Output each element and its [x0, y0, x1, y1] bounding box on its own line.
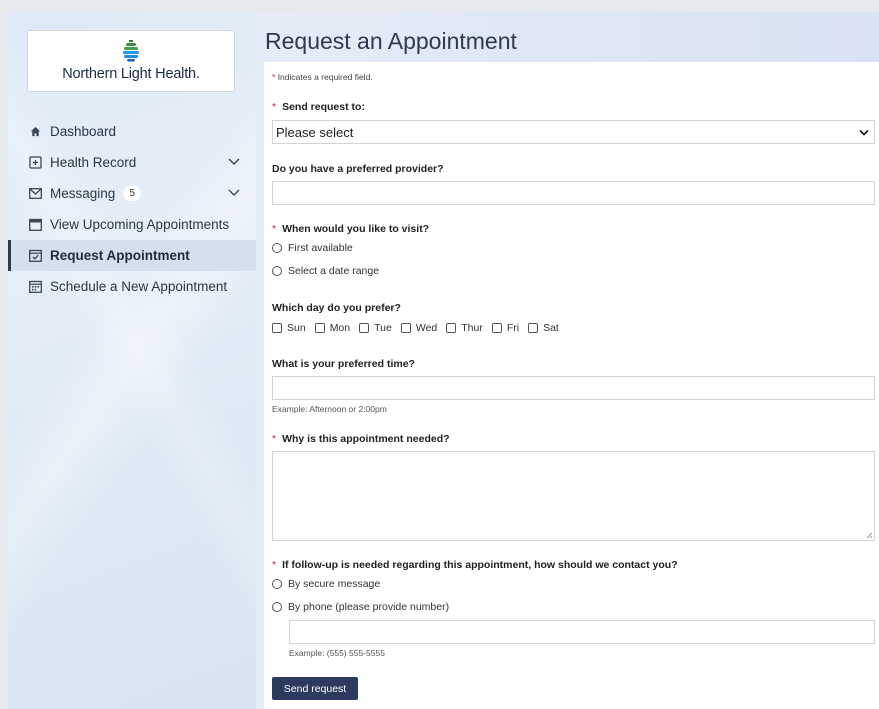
preferred-time-hint: Example: Afternoon or 2:00pm: [272, 404, 387, 414]
calendar-icon: [28, 218, 42, 232]
send-to-label-text: Send request to:: [282, 101, 365, 113]
checkbox-label: Tue: [374, 322, 392, 334]
chevron-down-icon[interactable]: [228, 157, 240, 167]
required-asterisk: *: [272, 72, 276, 82]
radio-label: Select a date range: [288, 265, 380, 277]
required-asterisk: *: [272, 433, 277, 445]
resize-grip-icon[interactable]: [866, 532, 873, 539]
radio-label: By phone (please provide number): [288, 601, 450, 613]
envelope-icon: [28, 187, 42, 201]
main-content: Request an Appointment * Indicates a req…: [256, 12, 879, 709]
checkbox-label: Thur: [461, 322, 483, 334]
checkbox-mon[interactable]: Mon: [314, 322, 351, 334]
chevron-down-icon[interactable]: [228, 188, 240, 198]
radio-circle[interactable]: [272, 243, 282, 253]
required-field-note: * Indicates a required field.: [272, 72, 373, 82]
checkbox-wed[interactable]: Wed: [400, 322, 438, 334]
reason-label: * Why is this appointment needed?: [272, 433, 450, 445]
required-note-text: Indicates a required field.: [277, 72, 373, 82]
health-record-icon: [28, 156, 42, 170]
pinecone-logo-icon: [123, 40, 139, 62]
sidebar-item-schedule-new-appointment[interactable]: Schedule a New Appointment: [8, 271, 256, 302]
checkbox-label: Mon: [329, 322, 351, 334]
home-icon: [28, 125, 42, 139]
checkbox-box[interactable]: [272, 323, 282, 333]
radio-circle[interactable]: [272, 579, 282, 589]
phone-number-input[interactable]: [289, 620, 875, 644]
reason-textarea[interactable]: [272, 451, 875, 541]
visit-when-label: * When would you like to visit?: [272, 223, 429, 235]
checkbox-label: Sun: [287, 322, 306, 334]
checkbox-sat[interactable]: Sat: [528, 322, 559, 334]
preferred-time-input[interactable]: [272, 376, 875, 400]
radio-select-date-range[interactable]: Select a date range: [272, 265, 379, 277]
preferred-day-label: Which day do you prefer?: [272, 302, 401, 314]
calendar-check-icon: [28, 249, 42, 263]
checkbox-tue[interactable]: Tue: [359, 322, 392, 334]
page-title: Request an Appointment: [265, 28, 517, 54]
sidebar-item-health-record[interactable]: Health Record: [8, 147, 256, 178]
checkbox-box[interactable]: [400, 323, 411, 333]
radio-first-available[interactable]: First available: [272, 242, 353, 254]
send-to-selected-value: Please select: [276, 124, 354, 140]
sidebar-item-label: Dashboard: [50, 124, 117, 139]
sidebar-item-label: Health Record: [50, 155, 137, 170]
checkbox-box[interactable]: [491, 323, 502, 333]
phone-hint: Example: (555) 555-5555: [289, 648, 385, 658]
chevron-down-icon: [859, 129, 869, 136]
sidebar-item-label: Messaging: [50, 186, 116, 201]
unread-count-badge: 5: [123, 186, 142, 201]
follow-up-label-text: If follow-up is needed regarding this ap…: [282, 559, 678, 571]
send-to-select[interactable]: Please select: [272, 120, 875, 144]
preferred-provider-label: Do you have a preferred provider?: [272, 163, 444, 175]
required-asterisk: *: [272, 559, 277, 571]
radio-label: First available: [288, 242, 353, 254]
radio-by-phone[interactable]: By phone (please provide number): [272, 601, 449, 613]
preferred-day-checkboxes: Sun Mon Tue Wed Thur Fri Sat: [272, 322, 568, 334]
preferred-provider-input[interactable]: [272, 181, 875, 205]
checkbox-box[interactable]: [528, 323, 539, 333]
send-request-button[interactable]: Send request: [272, 677, 358, 700]
checkbox-sun[interactable]: Sun: [272, 322, 306, 334]
required-asterisk: *: [272, 101, 277, 113]
send-to-label: * Send request to:: [272, 101, 365, 113]
radio-secure-message[interactable]: By secure message: [272, 578, 380, 590]
preferred-time-label: What is your preferred time?: [272, 358, 415, 370]
radio-circle[interactable]: [272, 602, 282, 612]
checkbox-label: Fri: [506, 322, 520, 334]
sidebar: Northern Light Health. Dashboard Health …: [8, 12, 256, 709]
checkbox-box[interactable]: [446, 323, 457, 333]
sidebar-item-label: View Upcoming Appointments: [50, 217, 230, 232]
sidebar-item-view-upcoming-appointments[interactable]: View Upcoming Appointments: [8, 209, 256, 240]
sidebar-nav: Dashboard Health Record Messaging 5 View…: [8, 116, 256, 302]
request-appointment-form: * Indicates a required field. * Send requ…: [264, 62, 879, 709]
sidebar-item-request-appointment[interactable]: Request Appointment: [8, 240, 256, 271]
required-asterisk: *: [272, 223, 277, 235]
visit-when-label-text: When would you like to visit?: [282, 223, 430, 235]
logo-text: Northern Light Health.: [62, 66, 200, 82]
sidebar-item-dashboard[interactable]: Dashboard: [8, 116, 256, 147]
checkbox-box[interactable]: [359, 323, 370, 333]
radio-circle[interactable]: [272, 266, 282, 276]
radio-label: By secure message: [288, 578, 381, 590]
sidebar-item-label: Schedule a New Appointment: [50, 279, 228, 294]
follow-up-label: * If follow-up is needed regarding this a…: [272, 559, 678, 571]
checkbox-fri[interactable]: Fri: [491, 322, 520, 334]
reason-label-text: Why is this appointment needed?: [282, 433, 450, 445]
sidebar-item-messaging[interactable]: Messaging 5: [8, 178, 256, 209]
sidebar-item-label: Request Appointment: [50, 248, 190, 263]
checkbox-label: Wed: [415, 322, 438, 334]
calendar-grid-icon: [28, 280, 42, 294]
checkbox-thur[interactable]: Thur: [446, 322, 483, 334]
checkbox-label: Sat: [543, 322, 559, 334]
checkbox-box[interactable]: [314, 323, 325, 333]
logo[interactable]: Northern Light Health.: [27, 30, 235, 92]
